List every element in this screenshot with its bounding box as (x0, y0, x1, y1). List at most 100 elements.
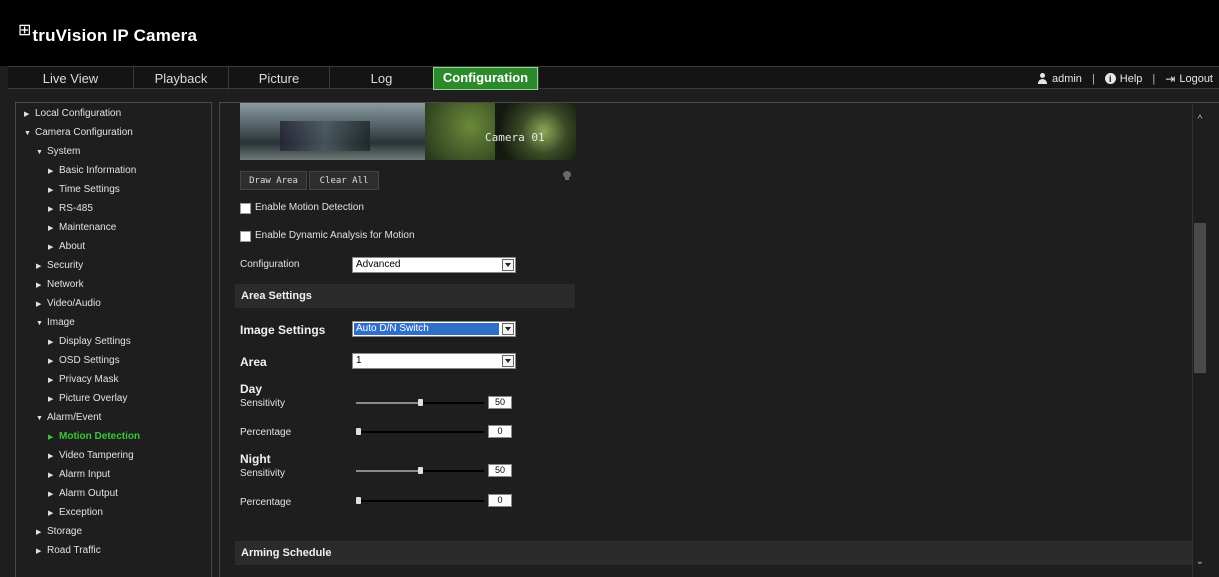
sidebar-item-image[interactable]: ▼ Image (36, 314, 75, 332)
day-percentage-value[interactable]: 0 (488, 425, 512, 438)
caret-right-icon: ▶ (48, 396, 54, 403)
sidebar-item-label: Network (47, 279, 84, 290)
sidebar-item-about[interactable]: ▶ About (48, 238, 85, 256)
day-sensitivity-label: Sensitivity (240, 398, 286, 409)
camera-label: Camera 01 (485, 131, 545, 144)
sidebar-item-label: Security (47, 260, 84, 271)
slider-handle[interactable] (356, 428, 361, 435)
lightbulb-icon (563, 171, 571, 181)
sidebar-item-video-tampering[interactable]: ▶ Video Tampering (48, 447, 134, 465)
enable-motion-checkbox[interactable] (240, 203, 251, 214)
tab-live-view[interactable]: Live View (8, 67, 133, 90)
help-icon: i (1104, 73, 1116, 84)
sidebar-item-picture-overlay[interactable]: ▶ Picture Overlay (48, 390, 127, 408)
caret-right-icon: ▶ (48, 358, 54, 365)
sidebar-item-video-audio[interactable]: ▶ Video/Audio (36, 295, 101, 313)
sidebar-item-label: Privacy Mask (59, 374, 119, 385)
chevron-down-icon (502, 259, 514, 271)
sidebar-item-network[interactable]: ▶ Network (36, 276, 84, 294)
draw-area-button[interactable]: Draw Area (240, 171, 307, 190)
area-settings-header: Area Settings (235, 284, 575, 308)
sidebar-item-osd-settings[interactable]: ▶ OSD Settings (48, 352, 120, 370)
image-settings-label: Image Settings (240, 323, 326, 337)
configuration-select[interactable]: Advanced (352, 257, 516, 273)
sidebar-item-display-settings[interactable]: ▶ Display Settings (48, 333, 131, 351)
sidebar-item-exception[interactable]: ▶ Exception (48, 504, 103, 522)
caret-down-icon: ▼ (24, 130, 31, 137)
camera-preview[interactable]: Camera 01 (240, 103, 576, 160)
area-select[interactable]: 1 (352, 353, 516, 369)
caret-right-icon: ▶ (36, 529, 42, 536)
tab-log[interactable]: Log (330, 67, 433, 90)
nav-divider (538, 67, 539, 90)
logout-link[interactable]: Logout (1179, 73, 1213, 85)
night-percentage-value[interactable]: 0 (488, 494, 512, 507)
sidebar-item-camera-configuration[interactable]: ▼ Camera Configuration (24, 124, 133, 142)
sidebar-item-maintenance[interactable]: ▶ Maintenance (48, 219, 116, 237)
sidebar-item-label: Local Configuration (35, 108, 122, 119)
main-scrollbar[interactable]: ^ ⌄ (1192, 103, 1206, 577)
chevron-down-icon (502, 323, 514, 335)
sidebar-item-label: Exception (59, 507, 103, 518)
help-link[interactable]: Help (1120, 73, 1143, 85)
tab-playback[interactable]: Playback (134, 67, 228, 90)
sidebar-item-label: System (47, 146, 81, 157)
main-panel: Camera 01 Draw Area Clear All Enable Mot… (219, 102, 1219, 577)
image-settings-value: Auto D/N Switch (354, 323, 499, 335)
caret-down-icon: ▼ (36, 320, 43, 327)
tab-configuration[interactable]: Configuration (433, 67, 538, 90)
sidebar-item-security[interactable]: ▶ Security (36, 257, 83, 275)
slider-track (418, 470, 484, 472)
sidebar-item-road-traffic[interactable]: ▶ Road Traffic (36, 542, 101, 560)
sidebar-item-privacy-mask[interactable]: ▶ Privacy Mask (48, 371, 118, 389)
app-header: ⊞ truVision IP Camera (0, 0, 1219, 66)
sidebar-item-alarm-input[interactable]: ▶ Alarm Input (48, 466, 110, 484)
sidebar-item-label: Maintenance (59, 222, 117, 233)
sidebar-item-alarm-event[interactable]: ▼ Alarm/Event (36, 409, 101, 427)
caret-right-icon: ▶ (36, 301, 42, 308)
sidebar-item-storage[interactable]: ▶ Storage (36, 523, 82, 541)
scroll-thumb[interactable] (1194, 223, 1206, 373)
sidebar-item-motion-detection[interactable]: ▶ Motion Detection (48, 428, 140, 446)
caret-right-icon: ▶ (48, 472, 54, 479)
night-sensitivity-value[interactable]: 50 (488, 464, 512, 477)
image-settings-select[interactable]: Auto D/N Switch (352, 321, 516, 337)
sidebar-item-label: RS-485 (59, 203, 93, 214)
sidebar-item-rs-485[interactable]: ▶ RS-485 (48, 200, 93, 218)
scroll-down-icon[interactable]: ⌄ (1195, 557, 1205, 567)
sidebar-item-local-configuration[interactable]: ▶ Local Configuration (24, 105, 121, 123)
main-nav: Live View Playback Picture Log Configura… (8, 66, 1219, 90)
slider-fill (356, 402, 418, 404)
sidebar-item-label: Basic Information (59, 165, 137, 176)
tab-picture[interactable]: Picture (229, 67, 329, 90)
enable-dynamic-analysis-checkbox[interactable] (240, 231, 251, 242)
sidebar-item-basic-information[interactable]: ▶ Basic Information (48, 162, 136, 180)
sidebar-item-system[interactable]: ▼ System (36, 143, 80, 161)
caret-right-icon: ▶ (48, 453, 54, 460)
user-name[interactable]: admin (1052, 73, 1082, 85)
scroll-up-icon[interactable]: ^ (1195, 115, 1205, 125)
sidebar-item-label: Alarm/Event (47, 412, 102, 423)
arming-schedule-header: Arming Schedule (235, 541, 1193, 565)
caret-right-icon: ▶ (48, 491, 54, 498)
day-sensitivity-value[interactable]: 50 (488, 396, 512, 409)
sidebar-item-label: Image (47, 317, 75, 328)
caret-right-icon: ▶ (48, 168, 54, 175)
caret-right-icon: ▶ (48, 244, 54, 251)
night-sensitivity-label: Sensitivity (240, 468, 286, 479)
day-percentage-label: Percentage (240, 427, 292, 438)
caret-right-icon: ▶ (48, 510, 54, 517)
clear-all-button[interactable]: Clear All (309, 171, 379, 190)
slider-handle[interactable] (418, 467, 423, 474)
caret-right-icon: ▶ (36, 548, 42, 555)
configuration-value: Advanced (356, 259, 401, 270)
slider-handle[interactable] (418, 399, 423, 406)
sidebar-item-time-settings[interactable]: ▶ Time Settings (48, 181, 120, 199)
sidebar-item-label: Alarm Output (59, 488, 118, 499)
sidebar-item-alarm-output[interactable]: ▶ Alarm Output (48, 485, 118, 503)
slider-handle[interactable] (356, 497, 361, 504)
app-title: truVision IP Camera (32, 26, 198, 45)
sidebar-item-label: OSD Settings (59, 355, 120, 366)
slider-track (356, 500, 484, 502)
slider-fill (356, 470, 418, 472)
